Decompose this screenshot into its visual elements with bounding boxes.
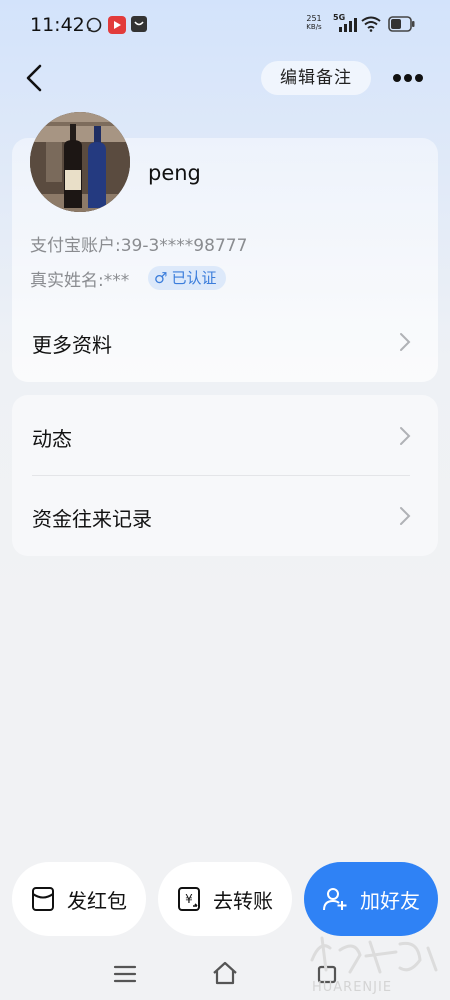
net-speed-value: 251: [306, 14, 322, 23]
moments-row[interactable]: 动态: [12, 406, 438, 466]
watermark-logo-icon: [310, 936, 438, 974]
alipay-account: 支付宝账户:39-3****98777: [30, 236, 248, 256]
username: peng: [148, 161, 201, 185]
watermark: HUARENJIE: [300, 930, 450, 1000]
more-info-label: 更多资料: [32, 333, 112, 357]
svg-text:¥: ¥: [185, 892, 193, 906]
back-arrow-icon: [26, 64, 42, 92]
chevron-right-icon: [400, 507, 411, 525]
fund-records-row[interactable]: 资金往来记录: [12, 486, 438, 546]
menu-icon[interactable]: [113, 964, 137, 984]
verified-label: 已认证: [171, 269, 217, 287]
avatar[interactable]: [30, 112, 130, 212]
male-icon: ♂: [154, 269, 168, 287]
status-time: 11:42: [30, 14, 85, 36]
signal-icon: 5G: [333, 13, 357, 33]
wifi-icon: [361, 16, 381, 32]
battery-icon: [388, 16, 415, 32]
more-dot-icon: [415, 74, 423, 82]
video-app-icon: [108, 16, 126, 34]
transfer-icon: ¥: [178, 887, 200, 911]
status-bar: 11:42 251 KB/s 5G: [0, 0, 450, 50]
add-friend-button[interactable]: 加好友: [304, 862, 438, 936]
home-icon[interactable]: [211, 960, 239, 986]
more-dot-icon: [393, 74, 401, 82]
edit-remark-button[interactable]: 编辑备注: [261, 61, 371, 95]
more-dot-icon: [404, 74, 412, 82]
chat-app-icon: [86, 17, 102, 33]
add-user-icon: [323, 888, 347, 911]
send-red-packet-button[interactable]: 发红包: [12, 862, 146, 936]
red-packet-label: 发红包: [67, 888, 127, 913]
real-name: 真实姓名:***: [30, 271, 130, 291]
network-speed: 251 KB/s: [300, 14, 328, 32]
more-options-button[interactable]: [391, 66, 425, 90]
fund-records-label: 资金往来记录: [32, 507, 152, 531]
red-packet-icon: [32, 887, 54, 911]
shop-app-icon: [131, 16, 147, 32]
net-speed-unit: KB/s: [306, 23, 322, 31]
avatar-image: [30, 112, 130, 212]
transfer-label: 去转账: [213, 888, 273, 913]
back-button[interactable]: [20, 60, 52, 96]
chevron-right-icon: [400, 333, 411, 351]
verified-badge: ♂ 已认证: [148, 266, 227, 290]
watermark-text: HUARENJIE: [312, 980, 393, 995]
nav-bar: 编辑备注: [0, 56, 450, 100]
moments-label: 动态: [32, 427, 72, 451]
more-info-row[interactable]: 更多资料: [12, 312, 438, 372]
add-friend-label: 加好友: [360, 888, 420, 913]
chevron-right-icon: [400, 427, 411, 445]
divider: [32, 475, 410, 476]
transfer-button[interactable]: ¥ 去转账: [158, 862, 292, 936]
